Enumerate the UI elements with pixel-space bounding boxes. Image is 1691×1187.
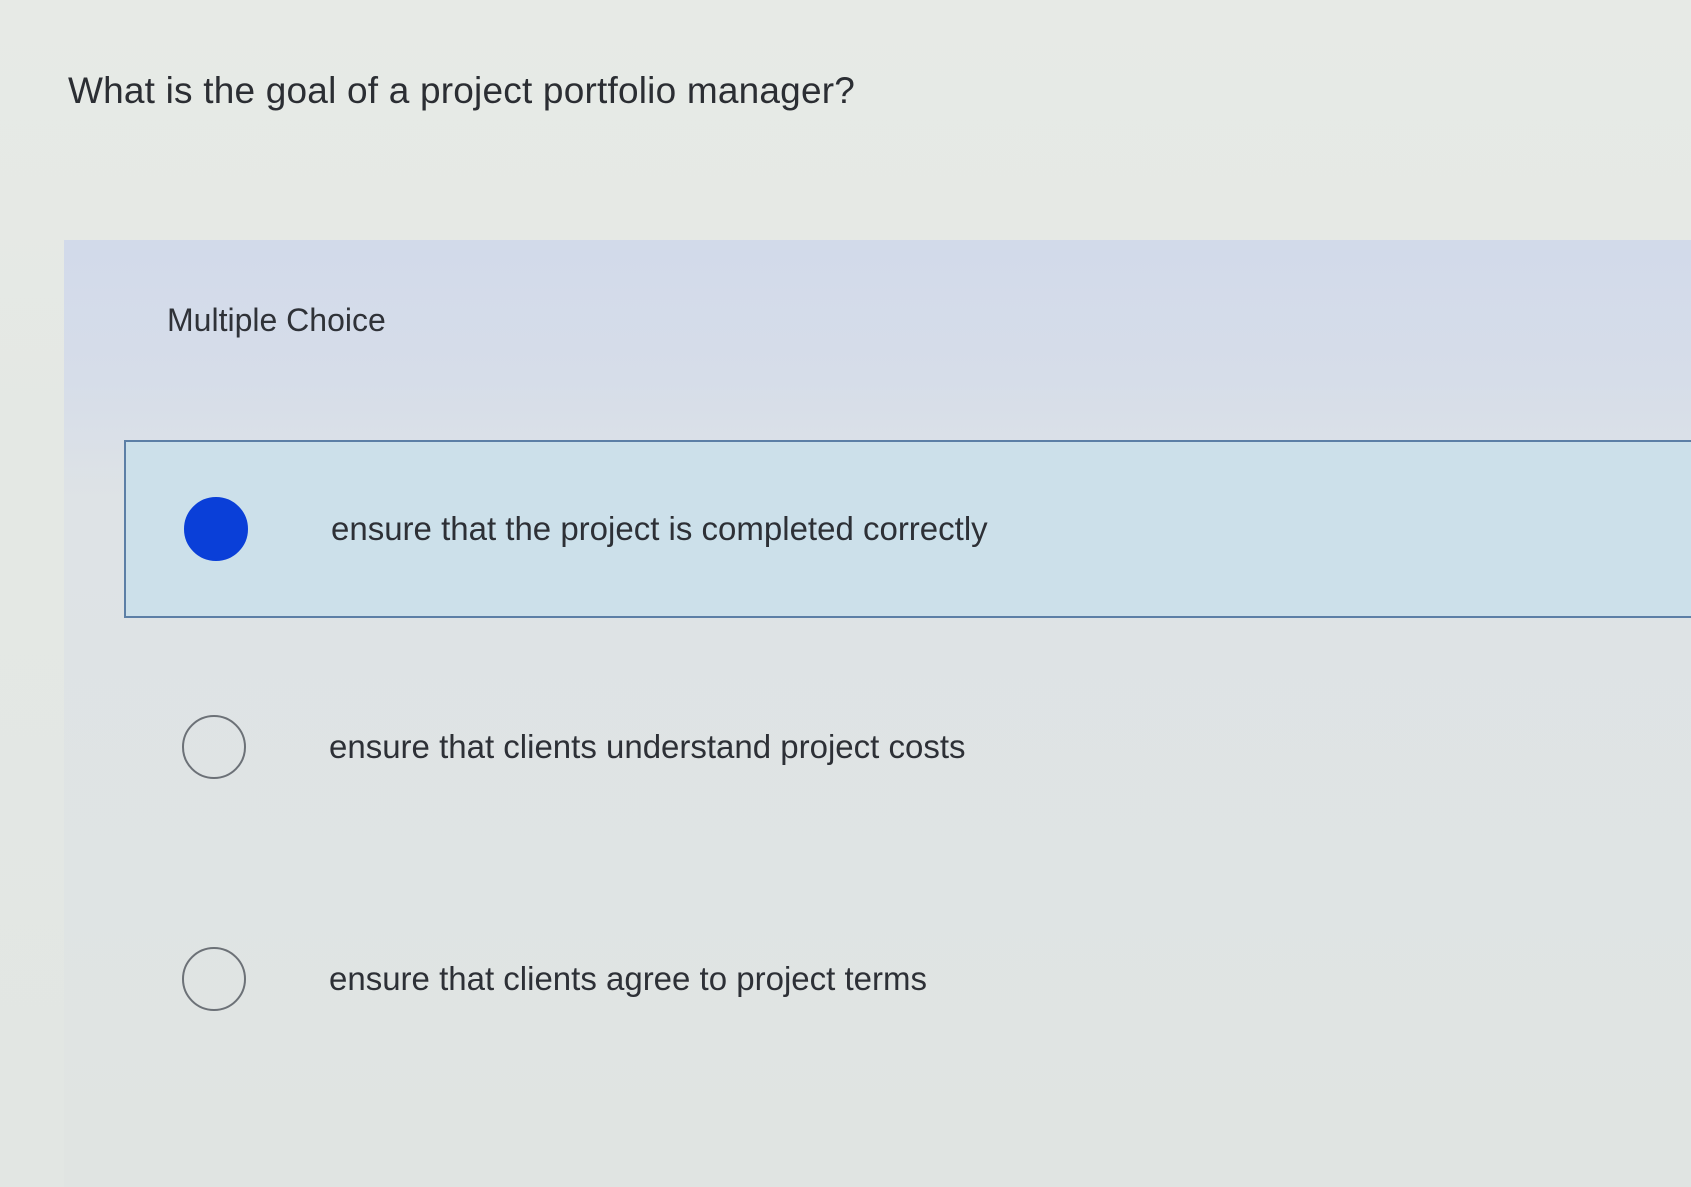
question-text: What is the goal of a project portfolio … <box>68 70 856 111</box>
radio-unselected-icon[interactable] <box>182 715 246 779</box>
answer-option-label: ensure that the project is completed cor… <box>331 510 988 547</box>
answer-option-2[interactable]: ensure that clients understand project c… <box>124 658 1691 836</box>
answer-option-label: ensure that clients understand project c… <box>329 728 966 765</box>
answer-option-3[interactable]: ensure that clients agree to project ter… <box>124 890 1691 1068</box>
question-type-label: Multiple Choice <box>167 302 386 338</box>
radio-unselected-icon[interactable] <box>182 947 246 1011</box>
quiz-page: What is the goal of a project portfolio … <box>0 0 1691 1187</box>
multiple-choice-panel: Multiple Choice ensure that the project … <box>64 240 1691 1187</box>
answer-option-label: ensure that clients agree to project ter… <box>329 960 927 997</box>
radio-selected-icon[interactable] <box>184 497 248 561</box>
answer-option-1[interactable]: ensure that the project is completed cor… <box>124 440 1691 618</box>
